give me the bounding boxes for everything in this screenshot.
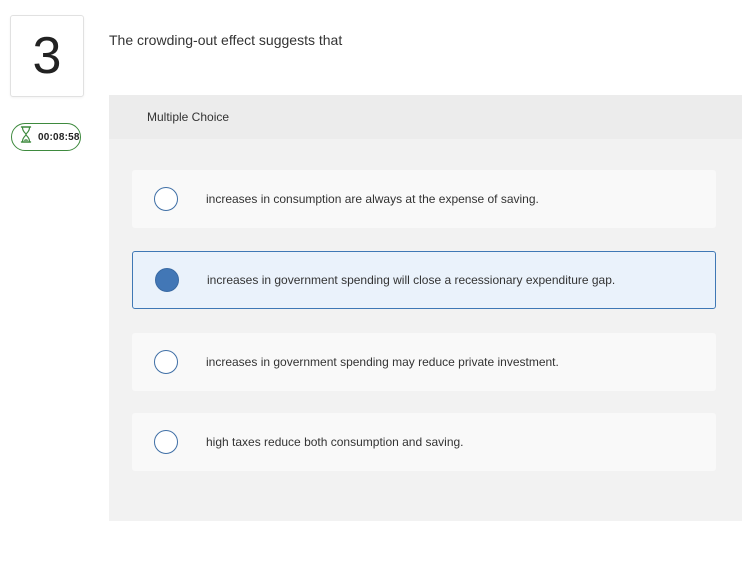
question-page: 3 00:08:58 The crowding-out effect sugge… — [0, 0, 746, 572]
answer-option-4[interactable]: high taxes reduce both consumption and s… — [132, 413, 716, 471]
hourglass-icon — [20, 126, 38, 148]
answer-option-1[interactable]: increases in consumption are always at t… — [132, 170, 716, 228]
answer-option-text: high taxes reduce both consumption and s… — [206, 435, 464, 449]
radio-button-1[interactable] — [154, 187, 178, 211]
question-type-header: Multiple Choice — [109, 95, 742, 139]
question-prompt: The crowding-out effect suggests that — [109, 32, 343, 48]
answer-option-3[interactable]: increases in government spending may red… — [132, 333, 716, 391]
answer-option-2[interactable]: increases in government spending will cl… — [132, 251, 716, 309]
answer-panel: Multiple Choice increases in consumption… — [109, 95, 742, 521]
question-number-box: 3 — [10, 15, 84, 97]
question-type-label: Multiple Choice — [147, 110, 230, 124]
radio-button-2[interactable] — [155, 268, 179, 292]
timer-value: 00:08:58 — [38, 131, 80, 143]
question-number: 3 — [32, 27, 62, 85]
answer-option-text: increases in consumption are always at t… — [206, 192, 539, 206]
timer-badge: 00:08:58 — [11, 123, 81, 151]
answer-option-text: increases in government spending may red… — [206, 355, 559, 369]
answer-option-text: increases in government spending will cl… — [207, 273, 616, 287]
radio-button-4[interactable] — [154, 430, 178, 454]
radio-button-3[interactable] — [154, 350, 178, 374]
